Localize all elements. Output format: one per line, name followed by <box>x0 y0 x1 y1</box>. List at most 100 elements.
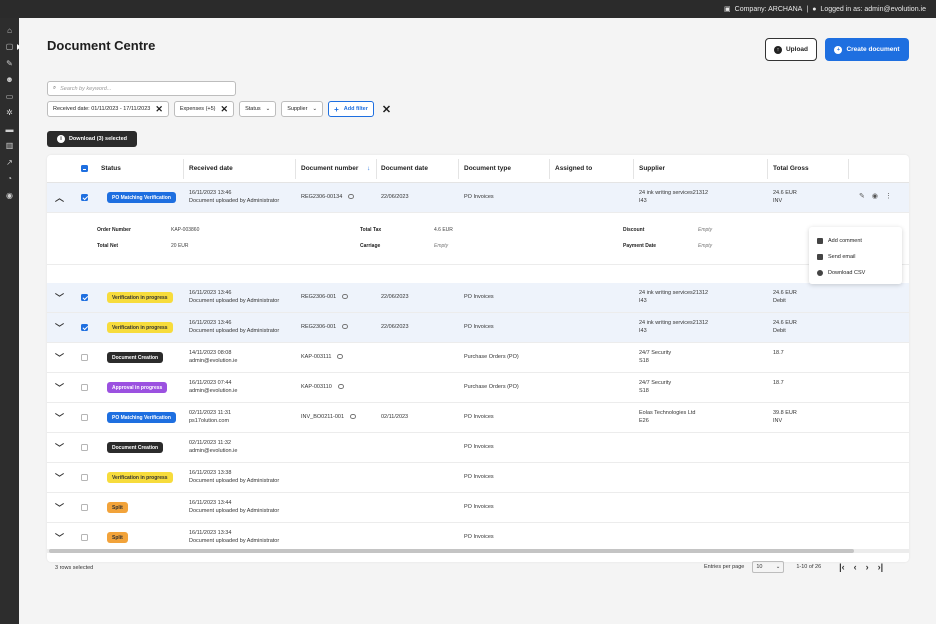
chevron-down-icon[interactable]: ﹀ <box>55 321 64 334</box>
box-icon[interactable]: ▭ <box>0 88 19 105</box>
menu-item-send-email[interactable]: Send email <box>809 249 902 265</box>
row-checkbox[interactable] <box>81 444 88 451</box>
copy-icon[interactable] <box>337 384 344 390</box>
table-row[interactable]: ﹀ Verification in progress 16/11/2023 13… <box>47 313 909 343</box>
column-header[interactable]: Document date <box>381 165 428 172</box>
select-all-checkbox[interactable] <box>81 165 88 172</box>
row-detail-panel: Order Number KAP-003860 Total Net 20 EUR… <box>47 213 909 265</box>
chevron-down-icon[interactable]: ﹀ <box>55 351 64 364</box>
add-filter-button[interactable]: + Add filter <box>328 101 374 117</box>
row-context-menu: Add comment Send email Download CSV <box>809 227 902 284</box>
status-badge: Verification in progress <box>107 292 173 303</box>
rows-selected-text: 3 rows selected <box>55 565 94 571</box>
home-icon[interactable]: ⌂ <box>0 22 19 39</box>
column-header[interactable]: Received date <box>189 165 233 172</box>
upload-button[interactable]: ↑ Upload <box>765 38 817 61</box>
column-header[interactable]: Document type <box>464 165 511 172</box>
column-header[interactable]: Supplier <box>639 165 665 172</box>
clock-icon[interactable]: ◔ <box>0 171 19 188</box>
mail-icon[interactable]: ▬ <box>0 121 19 138</box>
users-icon[interactable]: ☻ <box>0 72 19 89</box>
create-document-button[interactable]: + Create document <box>825 38 909 61</box>
table-row[interactable]: ﹀ Document Creation 02/11/2023 11:32 admi… <box>47 433 909 463</box>
status-dropdown[interactable]: Status ⌄ <box>239 101 277 117</box>
column-header[interactable]: Total Gross <box>773 165 809 172</box>
horizontal-scrollbar[interactable] <box>47 549 909 553</box>
row-checkbox[interactable] <box>81 324 88 331</box>
chevron-down-icon[interactable]: ﹀ <box>55 441 64 454</box>
chevron-down-icon[interactable]: ﹀ <box>55 381 64 394</box>
plus-icon: + <box>834 45 843 54</box>
column-header[interactable]: Document number <box>301 165 358 172</box>
status-badge: Document Creation <box>107 352 164 363</box>
copy-icon[interactable] <box>350 414 357 420</box>
chevron-down-icon[interactable]: ﹀ <box>55 291 64 304</box>
chevron-up-icon[interactable]: ︿ <box>55 191 64 204</box>
copy-icon[interactable] <box>342 294 349 300</box>
sort-down-icon[interactable]: ↓ <box>367 165 370 172</box>
copy-icon[interactable] <box>342 324 349 330</box>
table-row[interactable]: ﹀ Approval in progress 16/11/2023 07:44 a… <box>47 373 909 403</box>
clear-filters-icon[interactable]: ✕ <box>382 103 391 116</box>
chevron-down-icon: ⌄ <box>265 106 271 112</box>
status-badge: Verification in progress <box>107 472 173 483</box>
table-row[interactable]: ﹀ Split 16/11/2023 13:44 Document uploade… <box>47 493 909 523</box>
chart-icon[interactable]: ▥ <box>0 138 19 155</box>
column-header[interactable]: Status <box>101 165 121 172</box>
chevron-down-icon: ⌄ <box>312 106 318 112</box>
table-row[interactable]: ﹀ Document Creation 14/11/2023 08:08 admi… <box>47 343 909 373</box>
copy-icon[interactable] <box>337 354 344 360</box>
entries-per-page-label: Entries per page <box>704 564 745 570</box>
first-page-icon[interactable]: |‹ <box>839 562 845 572</box>
search-input[interactable]: ⌕ Search by keyword... <box>47 81 236 96</box>
edit-icon[interactable]: ✎ <box>0 55 19 72</box>
main-content: Document Centre ↑ Upload + Create docume… <box>19 18 936 624</box>
row-checkbox[interactable] <box>81 354 88 361</box>
download-selected-button[interactable]: i Download (3) selected <box>47 131 137 147</box>
row-checkbox[interactable] <box>81 474 88 481</box>
edit-icon[interactable]: ✎ <box>859 192 865 200</box>
user-icon: ● <box>812 5 817 13</box>
chevron-down-icon[interactable]: ﹀ <box>55 411 64 424</box>
menu-item-download-csv[interactable]: Download CSV <box>809 265 902 281</box>
chevron-down-icon[interactable]: ﹀ <box>55 531 64 544</box>
gear-icon[interactable]: ✲ <box>0 105 19 122</box>
logout-icon[interactable]: ◉ <box>0 187 19 204</box>
row-checkbox[interactable] <box>81 384 88 391</box>
row-checkbox[interactable] <box>81 194 88 201</box>
status-badge: Approval in progress <box>107 382 168 393</box>
menu-item-add-comment[interactable]: Add comment <box>809 233 902 249</box>
prev-page-icon[interactable]: ‹ <box>854 562 857 572</box>
chevron-down-icon[interactable]: ﹀ <box>55 471 64 484</box>
row-checkbox[interactable] <box>81 534 88 541</box>
more-vertical-icon[interactable]: ⋮ <box>885 192 892 200</box>
filter-bar: Received date: 01/11/2023 - 17/11/2023 ✕ … <box>47 101 391 117</box>
next-page-icon[interactable]: › <box>866 562 869 572</box>
row-checkbox[interactable] <box>81 414 88 421</box>
table-row[interactable]: ﹀ Verification in progress 16/11/2023 13… <box>47 463 909 493</box>
sidebar: ⌂ ▢ ✎ ☻ ▭ ✲ ▬ ▥ ↗ ◔ ◉ <box>0 18 21 624</box>
trend-icon[interactable]: ↗ <box>0 154 19 171</box>
chevron-down-icon[interactable]: ﹀ <box>55 501 64 514</box>
copy-icon[interactable] <box>348 194 355 200</box>
last-page-icon[interactable]: ›| <box>878 562 884 572</box>
documents-table: Status Received date Document number ↓ D… <box>47 155 909 562</box>
table-row[interactable]: ﹀ Verification in progress 16/11/2023 13… <box>47 283 909 313</box>
eye-icon[interactable]: ◉ <box>872 192 878 200</box>
close-icon[interactable]: ✕ <box>221 104 229 115</box>
document-icon[interactable]: ▢ <box>0 39 21 56</box>
status-badge: Split <box>107 502 128 513</box>
table-row[interactable]: ︿ PO Matching Verification 16/11/2023 13… <box>47 183 909 213</box>
entries-per-page-select[interactable]: 10 ⌄ <box>752 561 785 573</box>
close-icon[interactable]: ✕ <box>155 104 163 115</box>
column-header[interactable]: Assigned to <box>555 165 592 172</box>
table-row[interactable]: ﹀ PO Matching Verification 02/11/2023 11… <box>47 403 909 433</box>
status-badge: Verification in progress <box>107 322 173 333</box>
filter-chip-expenses[interactable]: Expenses (+5) ✕ <box>173 101 235 117</box>
row-checkbox[interactable] <box>81 504 88 511</box>
page-range: 1-10 of 26 <box>796 564 822 570</box>
row-checkbox[interactable] <box>81 294 88 301</box>
filter-chip-received-date[interactable]: Received date: 01/11/2023 - 17/11/2023 ✕ <box>47 101 169 117</box>
scrollbar-thumb[interactable] <box>49 549 854 553</box>
supplier-dropdown[interactable]: Supplier ⌄ <box>281 101 324 117</box>
